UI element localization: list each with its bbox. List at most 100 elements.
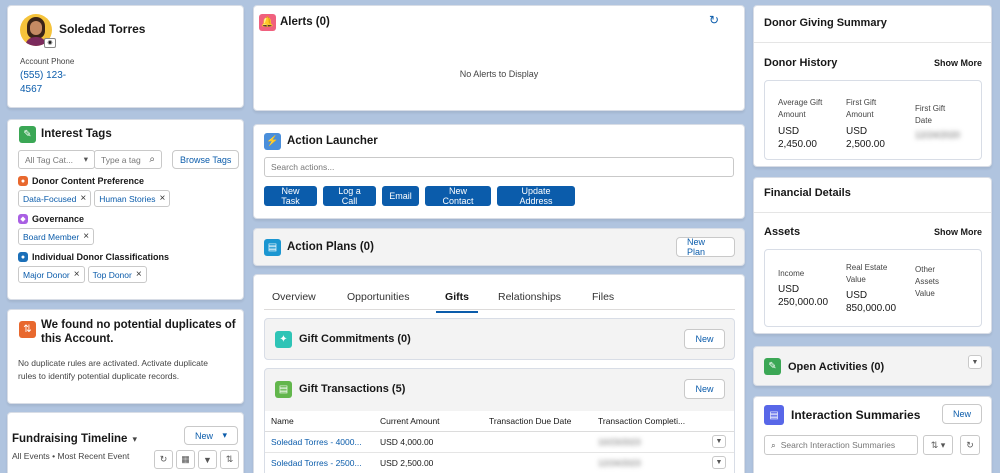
donor-giving-card: Donor Giving Summary Donor History Show … xyxy=(753,5,992,167)
interactions-new-button[interactable]: New xyxy=(942,404,982,424)
phone-label: Account Phone xyxy=(20,57,75,66)
tag-group-individual: ● Individual Donor Classifications Major… xyxy=(18,252,169,283)
interest-tags-card: ✎ Interest Tags All Tag Cat... ▾ Type a … xyxy=(7,119,244,300)
open-activities-card: ✎ Open Activities (0) ▼ xyxy=(753,346,992,386)
duplicates-card: ⇅ We found no potential duplicates of th… xyxy=(7,309,244,404)
alerts-card: 🔔 Alerts (0) ↻ No Alerts to Display xyxy=(253,5,745,111)
refresh-icon[interactable]: ↻ xyxy=(709,13,719,27)
assets-box: Income USD 250,000.00 Real Estate Value … xyxy=(764,249,982,327)
update-address-button[interactable]: Update Address xyxy=(497,186,575,206)
new-task-button[interactable]: New Task xyxy=(264,186,317,206)
transactions-new-button[interactable]: New xyxy=(684,379,725,399)
close-icon[interactable]: × xyxy=(80,193,86,204)
tag-category-select[interactable]: All Tag Cat... ▾ xyxy=(18,150,95,169)
sort-icon[interactable]: ⇅ ▾ xyxy=(923,435,953,455)
filter-icon[interactable]: ▼ xyxy=(198,450,217,469)
transactions-icon: ▤ xyxy=(275,381,292,398)
alerts-empty-message: No Alerts to Display xyxy=(459,69,539,79)
gift-commitments-section: ✦ Gift Commitments (0) New xyxy=(264,318,735,360)
tag-pill[interactable]: Data-Focused × xyxy=(18,190,92,207)
close-icon[interactable]: × xyxy=(159,193,165,204)
tag-group-icon: ● xyxy=(18,176,28,186)
timeline-new-button[interactable]: New ▾ xyxy=(184,426,238,445)
camera-icon[interactable]: ◉ xyxy=(44,38,56,48)
chevron-down-icon[interactable]: ▼ xyxy=(968,355,982,369)
asset-field: Real Estate Value USD 850,000.00 xyxy=(846,263,897,314)
tag-pill[interactable]: Top Donor × xyxy=(87,266,147,283)
refresh-icon[interactable]: ↻ xyxy=(154,450,173,469)
close-icon[interactable]: × xyxy=(83,231,89,242)
close-icon[interactable]: × xyxy=(74,269,80,280)
gift-link[interactable]: Soledad Torres - 2500... xyxy=(265,452,374,473)
assets-title: Assets xyxy=(764,226,801,238)
tag-group-icon: ◆ xyxy=(18,214,28,224)
new-plan-button[interactable]: New Plan xyxy=(676,237,735,257)
new-contact-button[interactable]: New Contact xyxy=(425,186,491,206)
chevron-down-icon: ▾ xyxy=(132,433,137,444)
donor-history-title: Donor History xyxy=(764,57,838,69)
table-row: Soledad Torres - 2500... USD 2,500.00 12… xyxy=(265,452,734,473)
interactions-search-input[interactable]: ⌕ Search Interaction Summaries xyxy=(764,435,918,455)
duplicates-body: No duplicate rules are activated. Activa… xyxy=(18,358,208,381)
commitments-new-button[interactable]: New xyxy=(684,329,725,349)
fundraising-timeline-card: Fundraising Timeline ▾ All Events • Most… xyxy=(7,412,244,473)
column-header[interactable]: Name xyxy=(265,411,374,432)
tag-group-donor-content: ● Donor Content Preference Data-Focused ×… xyxy=(18,176,173,207)
history-field: Average Gift Amount USD 2,450.00 xyxy=(778,98,823,150)
duplicate-icon: ⇅ xyxy=(19,321,36,338)
show-more-link[interactable]: Show More xyxy=(934,227,982,237)
donor-history-box: Average Gift Amount USD 2,450.00 First G… xyxy=(764,80,982,160)
plans-title: Action Plans (0) xyxy=(287,241,374,253)
gift-transactions-section: ▤ Gift Transactions (5) New Name Current… xyxy=(264,368,735,473)
activities-title: Open Activities (0) xyxy=(788,361,885,373)
chevron-down-icon: ▾ xyxy=(83,154,88,164)
launcher-title: Action Launcher xyxy=(287,135,378,147)
asset-field: Other Assets Value xyxy=(915,265,940,298)
email-button[interactable]: Email xyxy=(382,186,419,206)
gift-link[interactable]: Soledad Torres - 4000... xyxy=(265,431,374,453)
tag-pill[interactable]: Major Donor × xyxy=(18,266,85,283)
show-more-link[interactable]: Show More xyxy=(934,58,982,68)
bell-icon: 🔔 xyxy=(259,14,276,31)
action-plans-card: ▤ Action Plans (0) New Plan xyxy=(253,228,745,266)
interactions-title: Interaction Summaries xyxy=(791,408,921,422)
tag-pill[interactable]: Human Stories × xyxy=(94,190,171,207)
browse-tags-button[interactable]: Browse Tags xyxy=(172,150,240,169)
profile-card: ◉ Soledad Torres Account Phone (555) 123… xyxy=(7,5,244,108)
phone-link[interactable]: (555) 123- 4567 xyxy=(20,69,66,97)
column-header[interactable]: Transaction Due Date xyxy=(483,411,592,432)
tag-group-governance: ◆ Governance Board Member × xyxy=(18,214,97,245)
gifts-tabs-card: Overview Opportunities Gifts Relationshi… xyxy=(253,274,745,473)
row-actions-icon[interactable]: ▼ xyxy=(712,435,726,448)
history-field: First Gift Amount USD 2,500.00 xyxy=(846,98,885,150)
sort-icon[interactable]: ⇅ xyxy=(220,450,239,469)
timeline-subtitle: All Events • Most Recent Event xyxy=(12,451,130,461)
tag-pill[interactable]: Board Member × xyxy=(18,228,95,245)
tab-gifts[interactable]: Gifts xyxy=(436,291,478,313)
interest-tags-title: Interest Tags xyxy=(41,128,112,140)
financial-details-card: Financial Details Assets Show More Incom… xyxy=(753,177,992,334)
column-header[interactable]: Transaction Completi... xyxy=(592,411,706,432)
calendar-icon[interactable]: ▦ xyxy=(176,450,195,469)
column-header[interactable]: Current Amount xyxy=(374,411,483,432)
tab-relationships[interactable]: Relationships xyxy=(498,291,561,311)
transactions-title: Gift Transactions (5) xyxy=(299,383,406,395)
profile-name: Soledad Torres xyxy=(59,22,146,36)
tag-search-input[interactable]: Type a tag ⌕ xyxy=(94,150,162,169)
refresh-icon[interactable]: ↻ xyxy=(960,435,980,455)
financial-title: Financial Details xyxy=(764,187,851,199)
asset-field: Income USD 250,000.00 xyxy=(778,269,829,308)
timeline-title[interactable]: Fundraising Timeline ▾ xyxy=(12,433,137,445)
interactions-icon: ▤ xyxy=(764,405,784,425)
row-actions-icon[interactable]: ▼ xyxy=(712,456,726,469)
tab-opportunities[interactable]: Opportunities xyxy=(347,291,409,311)
wrench-icon: ✎ xyxy=(764,358,781,375)
close-icon[interactable]: × xyxy=(136,269,142,280)
search-icon: ⌕ xyxy=(771,439,776,450)
tab-overview[interactable]: Overview xyxy=(272,291,316,311)
interaction-summaries-card: ▤ Interaction Summaries New ⌕ Search Int… xyxy=(753,396,992,473)
tab-files[interactable]: Files xyxy=(592,291,614,311)
log-call-button[interactable]: Log a Call xyxy=(323,186,376,206)
action-search-input[interactable]: Search actions... xyxy=(264,157,734,177)
search-icon: ⌕ xyxy=(149,154,155,165)
